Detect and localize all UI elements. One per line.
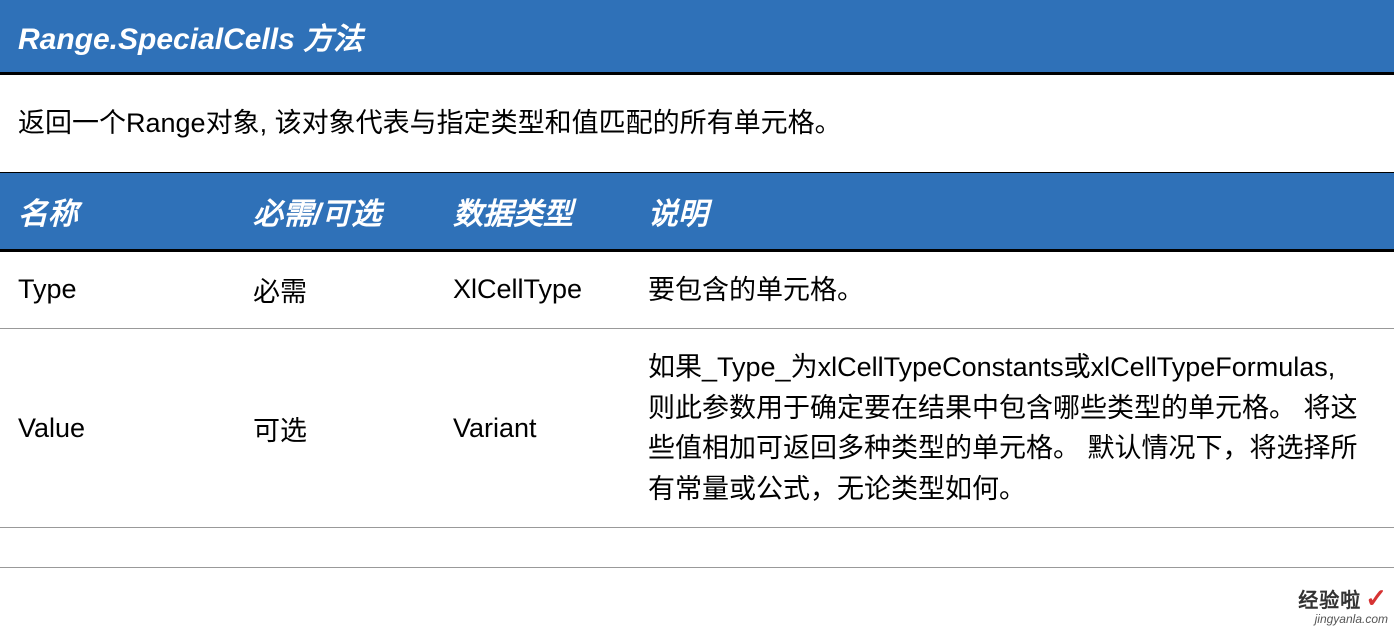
table-row: Value 可选 Variant 如果_Type_为xlCellTypeCons… bbox=[0, 329, 1394, 528]
table-header-row: 名称 必需/可选 数据类型 说明 bbox=[0, 172, 1394, 252]
watermark: 经验啦✓ jingyanla.com bbox=[1298, 583, 1388, 626]
title-bar: Range.SpecialCells 方法 bbox=[0, 0, 1394, 75]
header-datatype: 数据类型 bbox=[453, 189, 648, 233]
cell-description: 要包含的单元格。 bbox=[630, 252, 1394, 329]
cell-name bbox=[0, 530, 235, 566]
cell-description bbox=[630, 530, 1394, 566]
watermark-text: 经验啦✓ bbox=[1298, 583, 1388, 614]
cell-required bbox=[235, 530, 435, 566]
cell-datatype bbox=[435, 530, 630, 566]
header-required: 必需/可选 bbox=[253, 189, 453, 233]
header-name: 名称 bbox=[18, 189, 253, 233]
check-icon: ✓ bbox=[1365, 583, 1388, 613]
cell-name: Value bbox=[0, 395, 235, 462]
cell-required: 必需 bbox=[235, 252, 435, 327]
cell-name: Type bbox=[0, 256, 235, 323]
table-body: Type 必需 XlCellType 要包含的单元格。 Value 可选 Var… bbox=[0, 252, 1394, 569]
page-title: Range.SpecialCells 方法 bbox=[18, 23, 363, 56]
cell-required: 可选 bbox=[235, 391, 435, 466]
watermark-url: jingyanla.com bbox=[1298, 612, 1388, 626]
description-text: 返回一个Range对象, 该对象代表与指定类型和值匹配的所有单元格。 bbox=[0, 75, 1394, 172]
cell-datatype: XlCellType bbox=[435, 256, 630, 323]
cell-datatype: Variant bbox=[435, 395, 630, 462]
table-row: Type 必需 XlCellType 要包含的单元格。 bbox=[0, 252, 1394, 330]
cell-description: 如果_Type_为xlCellTypeConstants或xlCellTypeF… bbox=[630, 329, 1394, 527]
table-row bbox=[0, 528, 1394, 568]
header-description: 说明 bbox=[648, 189, 1394, 233]
